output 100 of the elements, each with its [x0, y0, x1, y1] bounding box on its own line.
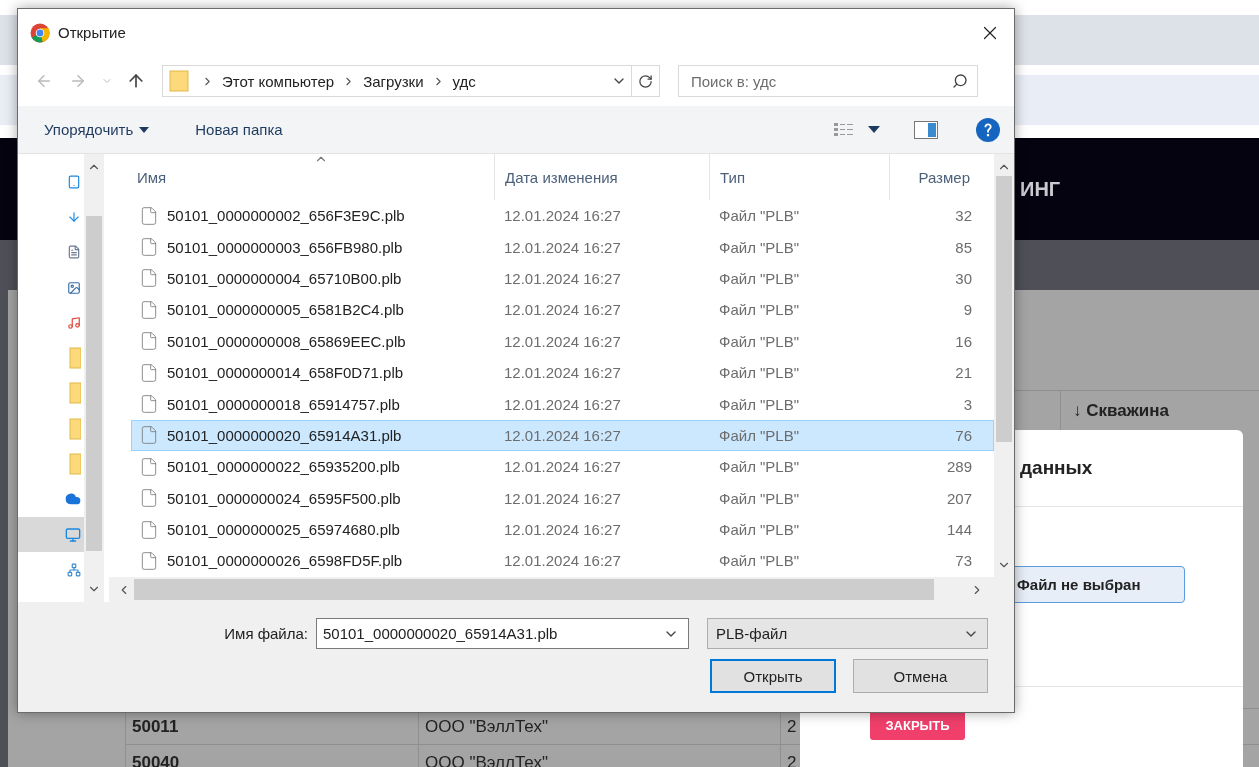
file-icon	[139, 519, 159, 540]
file-date: 12.01.2024 16:27	[503, 207, 622, 225]
file-row[interactable]: 50101_0000000014_658F0D71.plb 12.01.2024 16:27 Файл "PLB" 21	[131, 356, 994, 389]
filename-field[interactable]: 50101_0000000020_65914A31.plb	[316, 618, 689, 649]
file-icon	[139, 299, 159, 320]
file-icon	[139, 456, 159, 477]
file-date: 12.01.2024 16:27	[503, 521, 622, 539]
file-type: Файл "PLB"	[718, 269, 801, 287]
music-icon	[67, 315, 81, 330]
file-type: Файл "PLB"	[718, 395, 801, 413]
file-row[interactable]: 50101_0000000004_65710B00.plb 12.01.2024 16:27 Файл "PLB" 30	[131, 262, 994, 295]
breadcrumb[interactable]: Этот компьютер	[222, 72, 335, 90]
file-row[interactable]: 50101_0000000002_656F3E9C.plb 12.01.2024 16:27 Файл "PLB" 32	[131, 200, 994, 232]
search-field[interactable]: Поиск в: удс	[678, 65, 978, 97]
file-name: 50101_0000000018_65914757.plb	[167, 395, 400, 413]
file-name: 50101_0000000026_6598FD5F.plb	[167, 552, 403, 570]
down-arrow-icon	[67, 209, 81, 224]
column-header[interactable]: Дата изменения	[494, 154, 709, 200]
file-size: 85	[954, 238, 972, 256]
file-date: 12.01.2024 16:27	[503, 552, 622, 570]
breadcrumb[interactable]: Загрузки	[363, 72, 424, 90]
file-type: Файл "PLB"	[718, 426, 801, 444]
file-row[interactable]: 50101_0000000025_65974680.plb 12.01.2024 16:27 Файл "PLB" 144	[131, 513, 994, 546]
file-name: 50101_0000000025_65974680.plb	[167, 521, 400, 539]
column-header[interactable]: Тип	[709, 154, 889, 200]
address-bar[interactable]: Этот компьютер Загрузки удс	[162, 65, 660, 97]
file-size: 21	[954, 364, 972, 382]
file-icon	[139, 362, 159, 383]
search-icon	[952, 73, 968, 89]
file-name: 50101_0000000020_65914A31.plb	[167, 426, 402, 444]
picture-icon	[67, 280, 81, 295]
file-icon	[139, 237, 159, 258]
new-folder-button[interactable]: Новая папка	[195, 121, 293, 138]
column-header[interactable]: Имя	[109, 154, 494, 200]
file-size: 289	[945, 458, 972, 476]
view-list-icon[interactable]	[834, 121, 854, 138]
file-row[interactable]: 50101_0000000008_65869EEC.plb 12.01.2024 16:27 Файл "PLB" 16	[131, 325, 994, 357]
file-size: 32	[954, 207, 972, 225]
file-date: 12.01.2024 16:27	[503, 332, 622, 350]
file-row[interactable]: 50101_0000000018_65914757.plb 12.01.2024 16:27 Файл "PLB" 3	[131, 388, 994, 420]
file-name: 50101_0000000003_656FB980.plb	[167, 238, 403, 256]
folder-icon	[69, 347, 81, 370]
file-size: 16	[954, 332, 972, 350]
folder-icon	[69, 417, 81, 440]
file-date: 12.01.2024 16:27	[503, 269, 622, 287]
organize-menu[interactable]: Упорядочить	[44, 121, 160, 138]
file-size: 3	[962, 395, 972, 413]
file-size: 30	[954, 269, 972, 287]
file-date: 12.01.2024 16:27	[503, 364, 622, 382]
file-date: 12.01.2024 16:27	[503, 426, 622, 444]
file-type: Файл "PLB"	[718, 301, 801, 319]
folder-icon	[69, 382, 81, 405]
file-name: 50101_0000000004_65710B00.plb	[167, 269, 402, 287]
folder-icon	[169, 70, 189, 92]
file-date: 12.01.2024 16:27	[503, 489, 622, 507]
file-row[interactable]: 50101_0000000005_6581B2C4.plb 12.01.2024 16:27 Файл "PLB" 9	[131, 294, 994, 326]
window-title: Открытие	[58, 24, 127, 41]
nav-pane-item[interactable]	[18, 516, 84, 553]
file-date: 12.01.2024 16:27	[503, 458, 622, 476]
file-type: Файл "PLB"	[718, 238, 801, 256]
file-type: Файл "PLB"	[718, 458, 801, 476]
open-button[interactable]: Открыть	[710, 659, 836, 693]
file-type: Файл "PLB"	[718, 521, 801, 539]
header-text: ИНГ	[1020, 177, 1061, 201]
folder-icon	[69, 453, 81, 475]
modal-title: данных	[1020, 457, 1093, 479]
file-type: Файл "PLB"	[718, 552, 801, 570]
file-icon	[139, 488, 159, 509]
file-date: 12.01.2024 16:27	[503, 238, 622, 256]
filetype-select[interactable]: PLB-файл	[707, 618, 988, 649]
file-type: Файл "PLB"	[718, 489, 801, 507]
file-icon	[139, 551, 159, 571]
file-date: 12.01.2024 16:27	[503, 395, 622, 413]
file-name: 50101_0000000024_6595F500.plb	[167, 489, 401, 507]
table-cell: ООО "ВэллТех"	[418, 745, 780, 767]
file-name: 50101_0000000008_65869EEC.plb	[167, 332, 406, 350]
breadcrumb[interactable]: удс	[452, 72, 476, 90]
file-size: 73	[954, 552, 972, 570]
file-icon	[139, 331, 159, 352]
document-icon	[67, 245, 81, 260]
column-header[interactable]: Размер	[889, 154, 972, 200]
file-row[interactable]: 50101_0000000024_6595F500.plb 12.01.2024 16:27 Файл "PLB" 207	[131, 482, 994, 514]
file-icon	[139, 205, 159, 226]
file-row[interactable]: 50101_0000000026_6598FD5F.plb 12.01.2024 16:27 Файл "PLB" 73	[131, 545, 994, 577]
preview-pane-icon[interactable]	[914, 120, 938, 139]
computer-icon	[65, 526, 81, 543]
file-name: 50101_0000000002_656F3E9C.plb	[167, 207, 405, 225]
file-row[interactable]: 50101_0000000020_65914A31.plb 12.01.2024 16:27 Файл "PLB" 76	[131, 419, 994, 452]
network-icon	[67, 562, 81, 577]
file-row[interactable]: 50101_0000000003_656FB980.plb 12.01.2024 16:27 Файл "PLB" 85	[131, 231, 994, 263]
file-row[interactable]: 50101_0000000022_65935200.plb 12.01.2024 16:27 Файл "PLB" 289	[131, 451, 994, 483]
file-type: Файл "PLB"	[718, 207, 801, 225]
help-icon[interactable]	[976, 117, 1000, 142]
file-name: 50101_0000000005_6581B2C4.plb	[167, 301, 404, 319]
cancel-button[interactable]: Отмена	[853, 659, 988, 693]
nav-scrollbar[interactable]	[84, 154, 104, 602]
file-type: Файл "PLB"	[718, 332, 801, 350]
device-icon	[67, 174, 81, 189]
file-size: 144	[945, 521, 972, 539]
file-date: 12.01.2024 16:27	[503, 301, 622, 319]
